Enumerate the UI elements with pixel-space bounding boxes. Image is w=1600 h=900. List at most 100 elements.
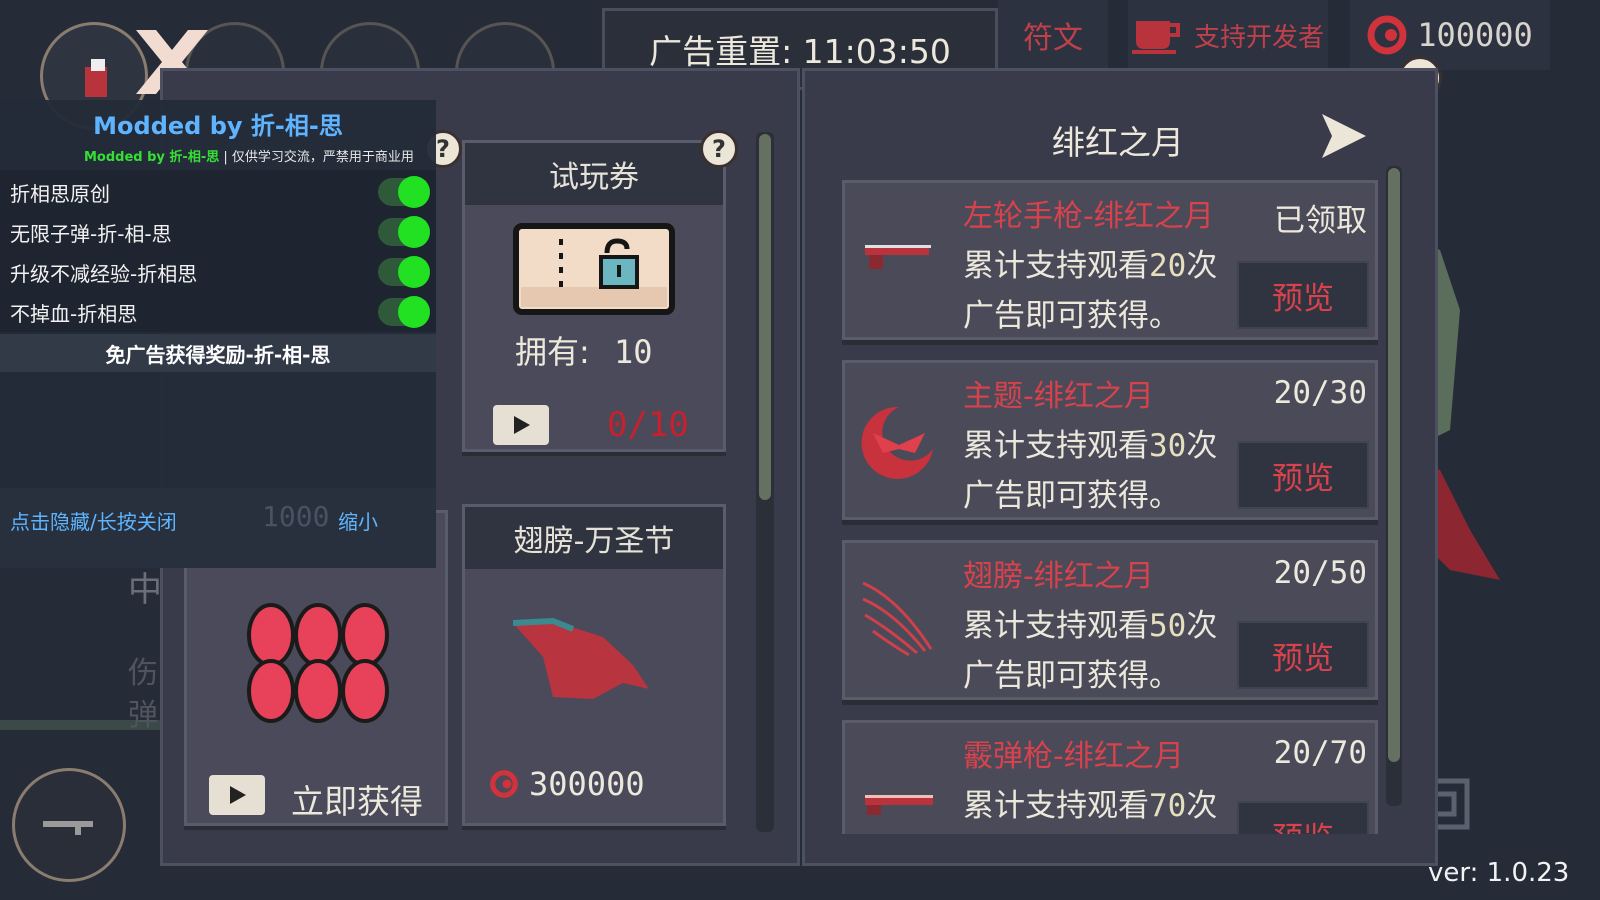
red-coins-icon	[247, 603, 389, 723]
hide-menu-button[interactable]: 点击隐藏/长按关闭	[10, 506, 177, 535]
reward-desc-prefix: 累计支持观看	[963, 248, 1149, 284]
reward-desc-suffix: 次	[1186, 248, 1218, 284]
mod-menu-title: Modded by 折-相-思	[93, 112, 343, 140]
toggle-label: 升级不减经验-折相思	[10, 261, 198, 286]
crimson-moon-theme-icon	[861, 406, 933, 479]
reward-desc: 累计支持观看70次	[963, 781, 1217, 831]
toggle-row[interactable]: 折相思原创	[0, 172, 436, 212]
halloween-wings-title-text: 翅膀-万圣节	[513, 524, 675, 559]
reward-count: 50	[1149, 608, 1187, 644]
tab-rune[interactable]: 符文	[998, 0, 1108, 70]
reward-desc-prefix: 累计支持观看	[963, 428, 1149, 464]
wing-icon	[862, 581, 933, 657]
preview-button[interactable]: 预览	[1237, 801, 1369, 834]
reward-count: 20	[1149, 248, 1187, 284]
play-icon	[230, 786, 246, 804]
coffee-cup-icon	[1131, 21, 1180, 54]
trial-owned: 拥有: 10	[515, 327, 653, 373]
ad-reset-label: 广告重置: 11:03:50	[649, 32, 951, 71]
currency-amount: 100000	[1417, 16, 1533, 54]
reward-item: 左轮手枪-绯红之月 累计支持观看20次 广告即可获得。 已领取 预览	[842, 180, 1378, 340]
halloween-wings-card: 翅膀-万圣节 300000	[462, 504, 726, 826]
mod-menu: Modded by 折-相-思 Modded by 折-相-思 | 仅供学习交流…	[0, 100, 436, 568]
toggle-switch[interactable]	[378, 216, 430, 248]
trial-ad-progress: 0/10	[607, 405, 689, 445]
reward-status: 20/70	[1273, 735, 1367, 771]
reward-title: 翅膀-绯红之月	[963, 559, 1154, 594]
revolver-icon	[865, 245, 931, 269]
behind-char-2: 伤	[128, 656, 158, 691]
wings-price: 300000	[489, 765, 645, 803]
reward-status: 20/30	[1273, 375, 1367, 411]
mod-menu-note: | 仅供学习交流，严禁用于商业用	[223, 150, 414, 165]
preview-button[interactable]: 预览	[1237, 441, 1369, 509]
mod-menu-subtitle: Modded by 折-相-思 | 仅供学习交流，严禁用于商业用	[84, 146, 414, 165]
version-label: ver: 1.0.23	[1428, 858, 1570, 888]
reward-title: 主题-绯红之月	[963, 379, 1154, 414]
reward-item: 霰弹枪-绯红之月 累计支持观看70次 20/70 预览	[842, 720, 1378, 834]
watch-ad-button[interactable]	[209, 775, 265, 815]
support-developer-button[interactable]: 支持开发者	[1128, 0, 1328, 70]
reward-count: 70	[1149, 788, 1187, 824]
halloween-wing-icon	[513, 617, 649, 699]
event-scrollbar[interactable]	[1386, 166, 1402, 806]
event-title: 绯红之月	[1052, 123, 1184, 162]
weapon-slot[interactable]	[12, 768, 126, 882]
halloween-wings-title: 翅膀-万圣节	[465, 507, 723, 569]
toggle-row[interactable]: 不掉血-折相思	[0, 292, 436, 332]
minimize-menu-button[interactable]: 缩小	[338, 506, 378, 535]
behind-char-1: 中	[128, 570, 162, 610]
behind-card-value: 1000	[262, 500, 330, 533]
shop-scrollbar-thumb[interactable]	[759, 134, 771, 500]
toggle-label: 不掉血-折相思	[10, 301, 138, 326]
swirl-currency-icon	[490, 770, 518, 798]
wings-price-amount: 300000	[529, 765, 645, 803]
reward-desc-prefix: 累计支持观看	[963, 788, 1149, 824]
trial-ticket-title-text: 试玩券	[549, 160, 639, 195]
shop-scrollbar[interactable]	[756, 132, 774, 832]
toggle-label: 无限子弹-折-相-思	[10, 221, 172, 246]
reward-desc-line2: 广告即可获得。	[963, 658, 1180, 694]
toggle-switch[interactable]	[378, 256, 430, 288]
trial-watch-ad-button[interactable]	[493, 405, 549, 445]
reward-desc-suffix: 次	[1186, 788, 1218, 824]
next-arrow-icon[interactable]	[1318, 112, 1368, 162]
free-ad-reward-button[interactable]: 免广告获得奖励-折-相-思	[0, 334, 436, 372]
preview-button[interactable]: 预览	[1237, 261, 1369, 329]
reward-status: 已领取	[1274, 203, 1367, 239]
play-icon	[514, 416, 530, 434]
preview-button[interactable]: 预览	[1237, 621, 1369, 689]
reward-desc-line2: 广告即可获得。	[963, 298, 1180, 334]
currency-display: 100000	[1350, 0, 1550, 70]
instant-get-label[interactable]: 立即获得	[291, 775, 423, 823]
reward-status: 20/50	[1273, 555, 1367, 591]
reward-desc: 累计支持观看20次 广告即可获得。	[963, 241, 1217, 341]
tab-rune-label: 符文	[1023, 21, 1083, 56]
reward-desc-line2: 广告即可获得。	[963, 478, 1180, 514]
reward-desc-suffix: 次	[1186, 428, 1218, 464]
toggle-switch[interactable]	[378, 176, 430, 208]
reward-desc-suffix: 次	[1186, 608, 1218, 644]
trial-help-icon[interactable]: ?	[700, 130, 738, 168]
reward-list: 左轮手枪-绯红之月 累计支持观看20次 广告即可获得。 已领取 预览 主题-绯红…	[842, 178, 1378, 834]
reward-title: 霰弹枪-绯红之月	[963, 739, 1184, 774]
mod-menu-brand: Modded by 折-相-思	[84, 150, 220, 165]
trial-ticket-title: 试玩券	[465, 143, 723, 205]
toggle-row[interactable]: 升级不减经验-折相思	[0, 252, 436, 292]
reward-title: 左轮手枪-绯红之月	[963, 199, 1214, 234]
toggle-label: 折相思原创	[10, 181, 110, 206]
behind-char-3: 弹	[128, 698, 158, 733]
toggle-row[interactable]: 无限子弹-折-相-思	[0, 212, 436, 252]
trial-ticket-card: 试玩券 拥有: 10 0/10	[462, 140, 726, 452]
ticket-lock-icon	[513, 223, 675, 315]
reward-count: 30	[1149, 428, 1187, 464]
event-scrollbar-thumb[interactable]	[1388, 168, 1400, 762]
shotgun-icon	[865, 795, 933, 815]
mod-menu-footer: 点击隐藏/长按关闭 1000 缩小	[0, 488, 436, 568]
trial-owned-count: 10	[613, 333, 653, 371]
toggle-switch[interactable]	[378, 296, 430, 328]
support-developer-label: 支持开发者	[1193, 22, 1324, 53]
reward-desc: 累计支持观看50次 广告即可获得。	[963, 601, 1217, 701]
trial-owned-label: 拥有:	[515, 333, 590, 371]
reward-item: 翅膀-绯红之月 累计支持观看50次 广告即可获得。 20/50 预览	[842, 540, 1378, 700]
